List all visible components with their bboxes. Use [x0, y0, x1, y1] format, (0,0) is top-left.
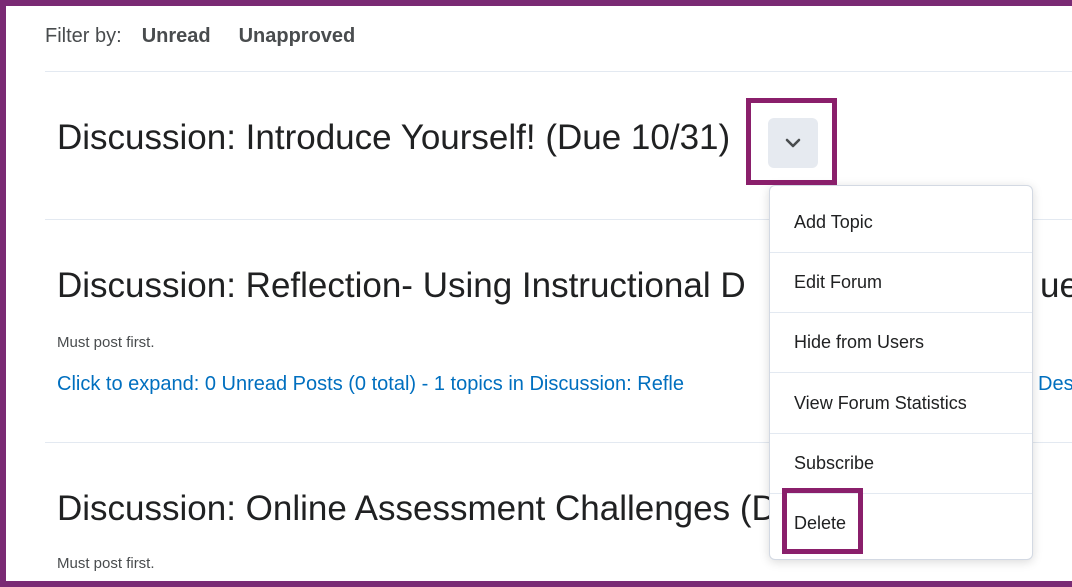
forum-title-overflow: ue [1040, 266, 1072, 305]
filter-bar: Filter by: Unread Unapproved [45, 22, 383, 50]
menu-item-add-topic[interactable]: Add Topic [770, 192, 1032, 252]
menu-item-view-forum-statistics[interactable]: View Forum Statistics [770, 373, 1032, 433]
divider [45, 71, 1072, 72]
forum-title[interactable]: Discussion: Introduce Yourself! (Due 10/… [57, 116, 730, 160]
highlight-box-delete [782, 488, 863, 554]
menu-item-subscribe[interactable]: Subscribe [770, 433, 1032, 493]
forum-title[interactable]: Discussion: Reflection- Using Instructio… [57, 264, 746, 308]
menu-item-edit-forum[interactable]: Edit Forum [770, 252, 1032, 312]
expand-link[interactable]: Click to expand: 0 Unread Posts (0 total… [57, 373, 684, 396]
filter-label: Filter by: [45, 24, 122, 47]
expand-link-overflow[interactable]: Des [1038, 373, 1072, 396]
highlight-box-actions-button [746, 98, 837, 185]
filter-unapproved-link[interactable]: Unapproved [239, 25, 356, 48]
forum-title[interactable]: Discussion: Online Assessment Challenges… [57, 487, 777, 531]
must-post-note: Must post first. [57, 555, 155, 572]
menu-item-hide-from-users[interactable]: Hide from Users [770, 312, 1032, 372]
must-post-note: Must post first. [57, 334, 155, 351]
filter-unread-link[interactable]: Unread [142, 25, 211, 48]
